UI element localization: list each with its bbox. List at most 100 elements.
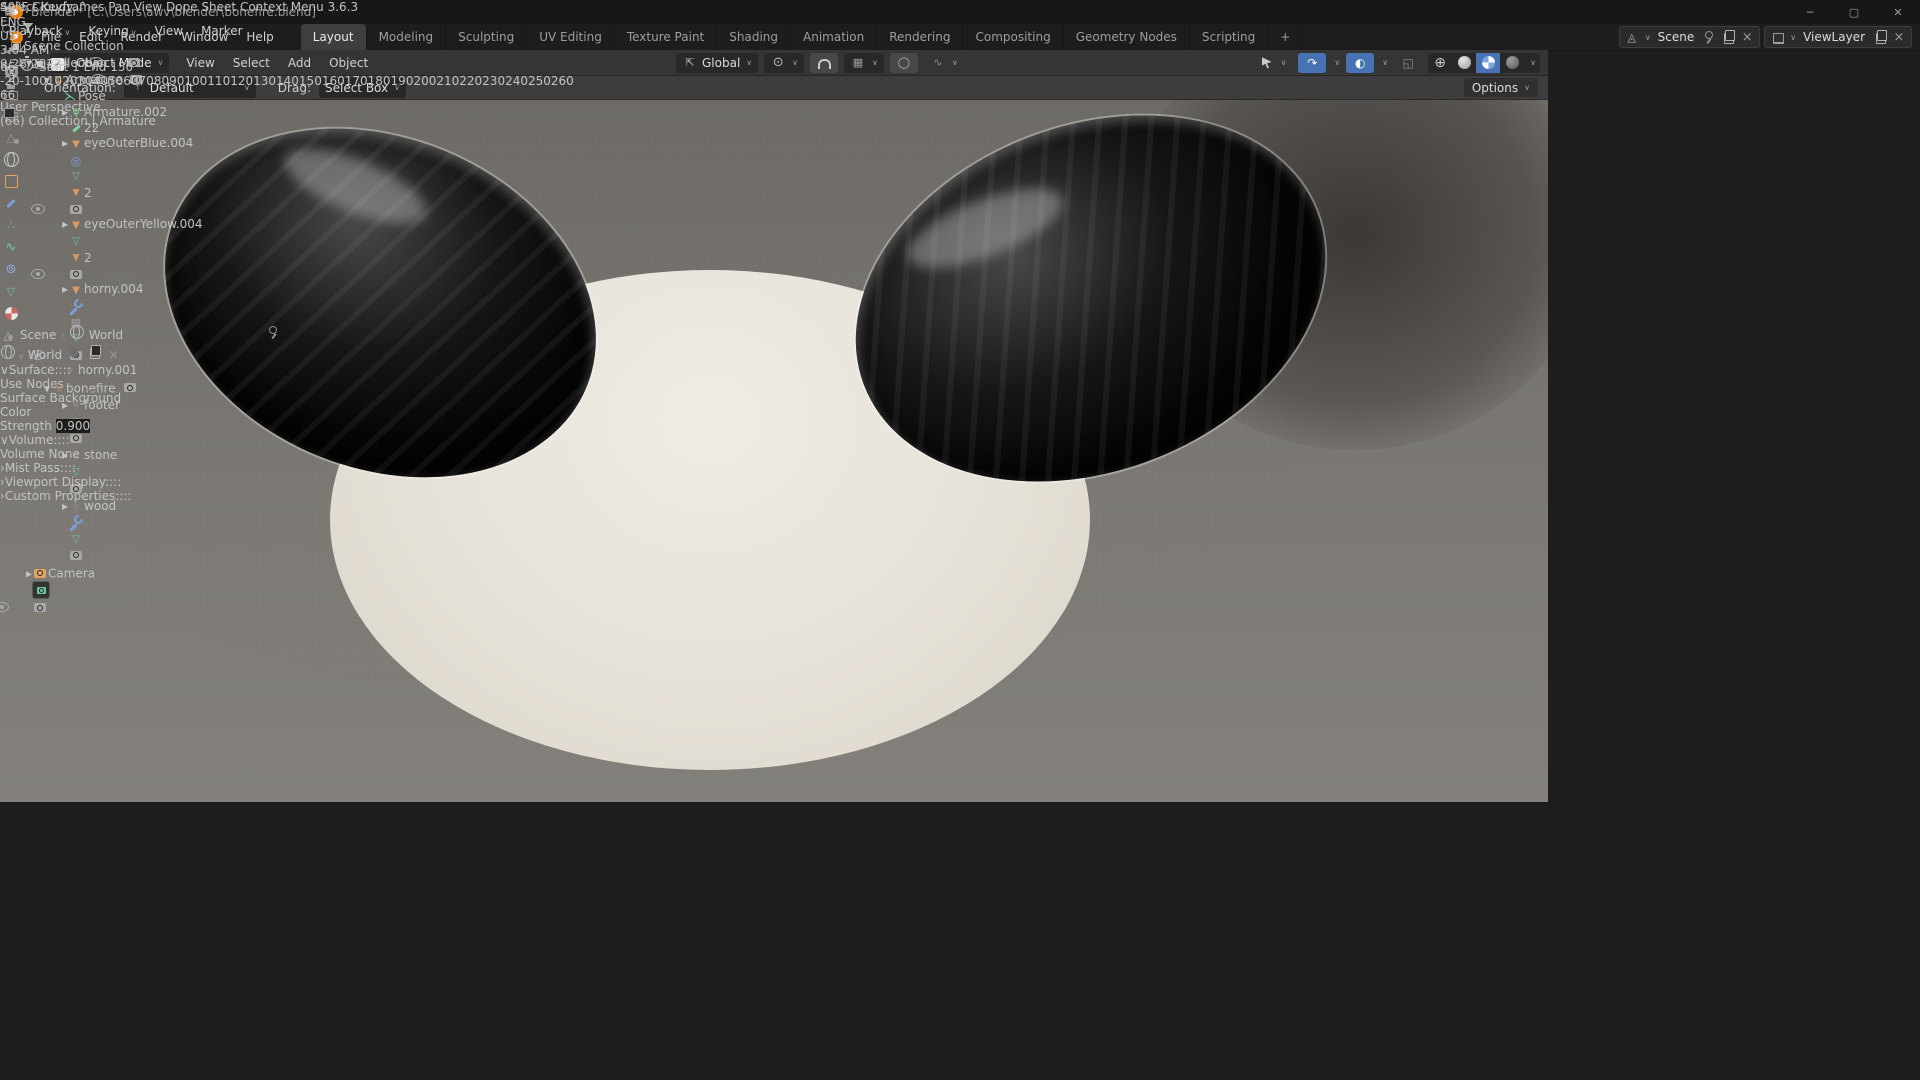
ruler-tick: 110 [207, 74, 230, 88]
world-browse-button[interactable]: ∨ [0, 348, 28, 362]
outliner-item-label: Camera [48, 567, 95, 581]
pin-icon[interactable] [265, 324, 281, 340]
ruler-tick: 80 [154, 74, 169, 88]
close-button[interactable]: ✕ [1876, 0, 1920, 24]
proportional-falloff-dropdown[interactable]: ∨ [924, 53, 964, 73]
snap-toggle[interactable] [810, 53, 838, 73]
surface-panel-header[interactable]: ∨Surface:::: [0, 363, 131, 377]
snap-with-icon [850, 55, 866, 71]
weather-widget[interactable]: 40°F Cloudy [0, 0, 77, 14]
tab--[interactable]: + [1268, 24, 1303, 50]
properties-tab-view-layer[interactable] [0, 104, 131, 126]
physics-tab-icon [0, 236, 22, 258]
shading-dropdown[interactable]: ∨ [1526, 58, 1540, 67]
tab-geometry-nodes[interactable]: Geometry Nodes [1064, 24, 1190, 50]
breadcrumb-scene[interactable]: Scene [20, 328, 57, 342]
outliner-row[interactable]: ▸wood [0, 499, 203, 566]
properties-tab-constraints[interactable] [0, 258, 131, 280]
copy-icon[interactable] [1872, 29, 1888, 45]
playhead-frame-tag[interactable]: 66 [0, 88, 574, 102]
view-layer-icon [1769, 29, 1785, 45]
drag-grip-icon: :::: [115, 489, 131, 503]
section-mist-pass[interactable]: ›Mist Pass:::: [0, 461, 131, 475]
properties-tab-modifiers[interactable] [0, 192, 131, 214]
tab-compositing[interactable]: Compositing [963, 24, 1063, 50]
volume-value-dropdown[interactable]: None [48, 447, 79, 461]
end-frame-field[interactable]: End 150 [84, 60, 134, 74]
ruler-tick: 120 [230, 74, 253, 88]
properties-tab-object[interactable] [0, 170, 131, 192]
overlays-dropdown[interactable]: ∨ [1382, 58, 1388, 67]
shading-solid-button[interactable] [1452, 53, 1476, 73]
world-name-field[interactable]: World [28, 348, 62, 362]
viewport-canvas[interactable]: User Perspective (66) Collection | Armat… [0, 100, 1548, 802]
strength-input[interactable]: 0.900 [56, 419, 90, 433]
show-overlays-toggle[interactable] [1346, 53, 1374, 73]
minimize-button[interactable]: ─ [1788, 0, 1832, 24]
shading-material-button[interactable] [1476, 53, 1500, 73]
copy-icon[interactable] [1720, 29, 1736, 45]
show-gizmo-toggle[interactable] [1298, 53, 1326, 73]
unlink-button[interactable] [106, 348, 122, 362]
fake-user-button[interactable] [66, 348, 82, 362]
properties-tab-world[interactable] [0, 148, 131, 170]
maximize-button[interactable]: ▢ [1832, 0, 1876, 24]
outliner-row[interactable]: ▸Camera [0, 565, 203, 616]
strength-slider[interactable]: 0.900 [56, 419, 90, 433]
scene-selector[interactable]: ◬ ∨ Scene [1619, 26, 1760, 48]
pin-icon[interactable] [1701, 29, 1717, 45]
world-tab-icon [0, 148, 22, 170]
options-button[interactable]: Options ∨ [1464, 78, 1538, 97]
eye-open-icon[interactable] [0, 599, 10, 615]
breadcrumb-world[interactable]: World [89, 328, 123, 342]
timeline-menu-keying[interactable]: Keying∨ [79, 20, 145, 42]
visibility-icon [1259, 55, 1275, 71]
gizmo-dropdown[interactable]: ∨ [1334, 58, 1340, 67]
render-visibility-icon[interactable] [32, 600, 48, 616]
falloff-icon [930, 55, 946, 71]
wrench-extra [68, 515, 203, 531]
camdata-extra [32, 581, 203, 599]
volume-panel-header[interactable]: ∨Volume:::: [0, 433, 131, 447]
use-nodes-button[interactable]: Use Nodes [0, 377, 131, 391]
transform-orientation-dropdown[interactable]: ⇱ Global ∨ [676, 53, 758, 73]
tab-scripting[interactable]: Scripting [1190, 24, 1268, 50]
taskbar-clock[interactable]: 3:04 AM 9/28/2023 [0, 43, 88, 71]
properties-tab-material[interactable] [0, 302, 131, 324]
visibility-dropdown[interactable]: ∨ [1253, 53, 1293, 73]
system-tray: 40°F Cloudy ⌃ ENG US 3:04 AM 9/28/2023 2 [0, 0, 88, 85]
timeline-menu-marker[interactable]: Marker [192, 20, 251, 42]
new-copy-button[interactable] [86, 348, 102, 362]
view-layer-selector[interactable]: ∨ ViewLayer [1764, 26, 1912, 48]
xray-toggle[interactable] [1394, 53, 1422, 73]
collapsed-sections: ›Mist Pass::::›Viewport Display::::›Cust… [0, 461, 131, 503]
shading-rendered-button[interactable] [1500, 53, 1524, 73]
tab-texture-paint[interactable]: Texture Paint [615, 24, 717, 50]
windows-taskbar: 40°F Cloudy ⌃ ENG US 3:04 AM 9/28/2023 2 [0, 0, 88, 85]
properties-tab-object-data[interactable] [0, 280, 131, 302]
section-viewport-display[interactable]: ›Viewport Display:::: [0, 475, 131, 489]
tab-shading[interactable]: Shading [717, 24, 791, 50]
properties-tab-particles[interactable] [0, 214, 131, 236]
section-title: Custom Properties [5, 489, 115, 503]
tab-rendering[interactable]: Rendering [877, 24, 963, 50]
surface-value-dropdown[interactable]: Background [50, 391, 122, 405]
hidden-icons-chevron[interactable]: ⌃ [77, 0, 88, 15]
close-icon[interactable] [1739, 29, 1755, 45]
close-icon[interactable] [1891, 29, 1907, 45]
notification-center[interactable]: 2 [8, 71, 16, 85]
ruler-tick: 70 [139, 74, 154, 88]
eye-closed-icon[interactable] [30, 549, 46, 565]
render-visibility-icon[interactable] [68, 547, 84, 563]
shading-wireframe-button[interactable] [1428, 53, 1452, 73]
proportional-editing-toggle[interactable] [890, 53, 918, 73]
language-switcher[interactable]: ENG US [0, 15, 88, 43]
timeline-menu-view[interactable]: View [146, 20, 192, 42]
snap-settings-dropdown[interactable]: ∨ [844, 53, 884, 73]
properties-tab-scene[interactable] [0, 126, 131, 148]
camera-icon [32, 565, 48, 581]
properties-tab-physics[interactable] [0, 236, 131, 258]
pivot-point-dropdown[interactable]: ∨ [764, 53, 804, 73]
tab-animation[interactable]: Animation [791, 24, 877, 50]
section-custom-properties[interactable]: ›Custom Properties:::: [0, 489, 131, 503]
